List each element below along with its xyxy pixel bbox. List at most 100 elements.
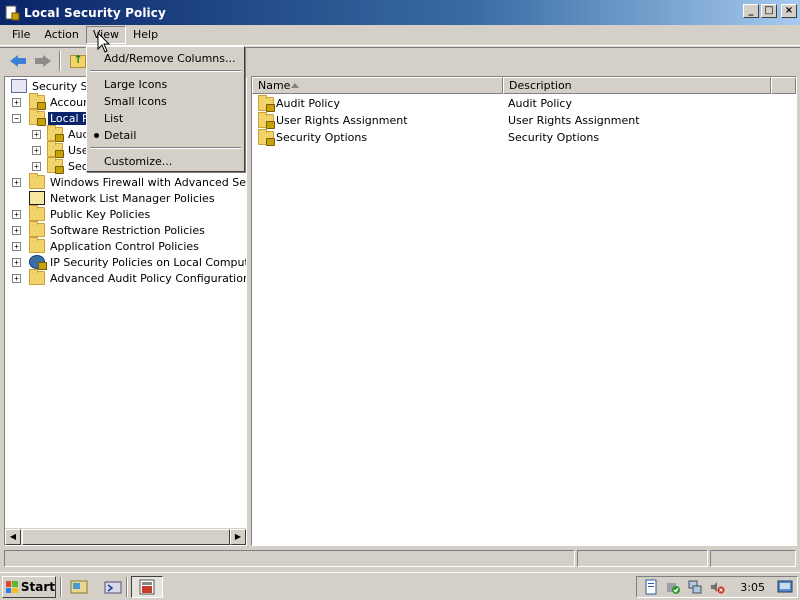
tree-item-account-policies[interactable]: + Accoun	[12, 93, 92, 110]
tree-item-application-control[interactable]: + Application Control Policies	[12, 237, 201, 254]
locked-folder-icon	[258, 94, 275, 112]
server-manager-icon[interactable]	[70, 578, 88, 596]
view-menu-dropdown: Add/Remove Columns... Large Icons Small …	[86, 46, 245, 172]
expand-icon[interactable]: +	[32, 129, 41, 139]
menu-item-small-icons[interactable]: Small Icons	[89, 93, 242, 110]
scroll-right-button[interactable]: ▶	[230, 529, 246, 545]
maximize-button[interactable]: □	[761, 4, 777, 18]
expand-icon[interactable]: +	[12, 97, 21, 107]
locked-folder-icon	[258, 111, 275, 129]
show-desktop-icon[interactable]	[777, 579, 793, 595]
scroll-thumb[interactable]	[22, 529, 230, 545]
up-folder-icon	[69, 53, 86, 68]
menu-separator	[90, 147, 241, 149]
tree-item-windows-firewall[interactable]: + Windows Firewall with Advanced Securit…	[12, 173, 246, 190]
collapse-icon[interactable]: −	[12, 113, 21, 123]
clock[interactable]: 3:05	[740, 581, 765, 594]
tree-item-label: IP Security Policies on Local Computer	[50, 255, 247, 269]
security-policy-app-icon[interactable]	[4, 5, 20, 21]
menu-item-detail[interactable]: Detail	[89, 127, 242, 144]
mouse-cursor-icon	[97, 32, 111, 53]
security-policy-icon	[139, 579, 155, 595]
list-item-description: User Rights Assignment	[508, 114, 640, 127]
minimize-button[interactable]: _	[743, 4, 759, 18]
start-label: Start	[20, 580, 55, 594]
folder-icon	[29, 237, 45, 253]
tree-item-security-settings[interactable]: Security Se	[9, 78, 96, 94]
window-title: Local Security Policy	[24, 5, 166, 20]
folder-icon	[29, 173, 45, 189]
expand-icon[interactable]: +	[12, 209, 21, 219]
forward-button[interactable]	[31, 50, 54, 72]
tree-item-user-rights[interactable]: + Use	[32, 141, 91, 158]
network-icon[interactable]	[687, 579, 703, 595]
taskbar-separator	[60, 577, 62, 597]
back-arrow-icon	[9, 54, 26, 68]
menu-file[interactable]: File	[5, 26, 37, 44]
taskbar-button-local-security-policy[interactable]	[131, 576, 163, 598]
column-header-filler	[771, 77, 796, 94]
expand-icon[interactable]: +	[12, 273, 21, 283]
tree-item-security-options[interactable]: + Sec	[32, 157, 90, 174]
menu-help[interactable]: Help	[126, 26, 165, 44]
column-header-description[interactable]: Description	[503, 77, 771, 94]
tree-item-label: Software Restriction Policies	[50, 223, 205, 237]
expand-icon[interactable]: +	[32, 145, 41, 155]
tree-item-ip-security[interactable]: + IP Security Policies on Local Computer	[12, 254, 247, 270]
toolbar-separator	[59, 51, 61, 71]
tree-item-label: Advanced Audit Policy Configuration	[50, 271, 247, 285]
menu-item-large-icons[interactable]: Large Icons	[89, 76, 242, 93]
powershell-icon[interactable]	[104, 578, 122, 596]
locked-folder-icon	[29, 109, 46, 126]
volume-muted-icon[interactable]	[709, 579, 725, 595]
details-pane[interactable]: Name Description Audit Policy Audit Poli…	[251, 76, 797, 546]
horizontal-scrollbar[interactable]: ◀ ▶	[5, 528, 246, 545]
expand-icon[interactable]: +	[12, 177, 21, 187]
expand-icon[interactable]: +	[12, 257, 21, 267]
close-button[interactable]: ×	[781, 4, 797, 18]
menu-item-customize[interactable]: Customize...	[89, 153, 242, 170]
network-list-icon	[29, 191, 45, 205]
locked-folder-icon	[29, 93, 46, 110]
list-item-description: Security Options	[508, 131, 600, 144]
policy-icon	[11, 79, 27, 93]
expand-icon[interactable]: +	[32, 161, 41, 171]
list-item[interactable]: Security Options Security Options	[252, 128, 796, 146]
sort-ascending-icon	[291, 83, 299, 88]
status-cell-2	[577, 550, 708, 567]
tree-item-advanced-audit[interactable]: + Advanced Audit Policy Configuration	[12, 269, 247, 286]
status-cell-main	[4, 550, 575, 567]
list-item-description: Audit Policy	[508, 97, 572, 110]
menu-action[interactable]: Action	[37, 26, 85, 44]
folder-icon	[29, 205, 45, 221]
menu-item-add-remove-columns[interactable]: Add/Remove Columns...	[89, 50, 242, 67]
ip-security-icon	[29, 255, 47, 270]
tree-item-public-key-policies[interactable]: + Public Key Policies	[12, 205, 152, 222]
menu-item-list[interactable]: List	[89, 110, 242, 127]
status-cell-3	[710, 550, 796, 567]
list-item[interactable]: User Rights Assignment User Rights Assig…	[252, 111, 796, 129]
menu-separator	[90, 70, 241, 72]
menu-bar: File Action View Help	[0, 25, 800, 46]
tree-item-local-policies[interactable]: − Local Po	[12, 109, 97, 126]
start-button[interactable]: Start	[2, 576, 56, 598]
back-button[interactable]	[6, 50, 29, 72]
system-tray: 3:05	[636, 576, 798, 598]
tree-item-audit-policy[interactable]: + Aud	[32, 125, 91, 142]
expand-icon[interactable]: +	[12, 225, 21, 235]
title-bar[interactable]: Local Security Policy _ □ ×	[0, 0, 800, 25]
taskbar: Start 3:05	[0, 572, 800, 600]
tree-item-label: Public Key Policies	[50, 207, 151, 221]
status-bar	[0, 548, 800, 568]
scroll-left-button[interactable]: ◀	[5, 529, 21, 545]
tree-item-network-list-manager[interactable]: Network List Manager Policies	[12, 190, 217, 206]
column-header-name[interactable]: Name	[252, 77, 503, 94]
locked-folder-icon	[47, 157, 64, 174]
document-icon[interactable]	[643, 579, 659, 595]
security-check-icon[interactable]	[665, 579, 681, 595]
tree-item-software-restriction[interactable]: + Software Restriction Policies	[12, 221, 207, 238]
folder-icon	[29, 221, 45, 237]
expand-icon[interactable]: +	[12, 241, 21, 251]
list-item-name: User Rights Assignment	[276, 114, 408, 127]
list-item[interactable]: Audit Policy Audit Policy	[252, 94, 796, 112]
